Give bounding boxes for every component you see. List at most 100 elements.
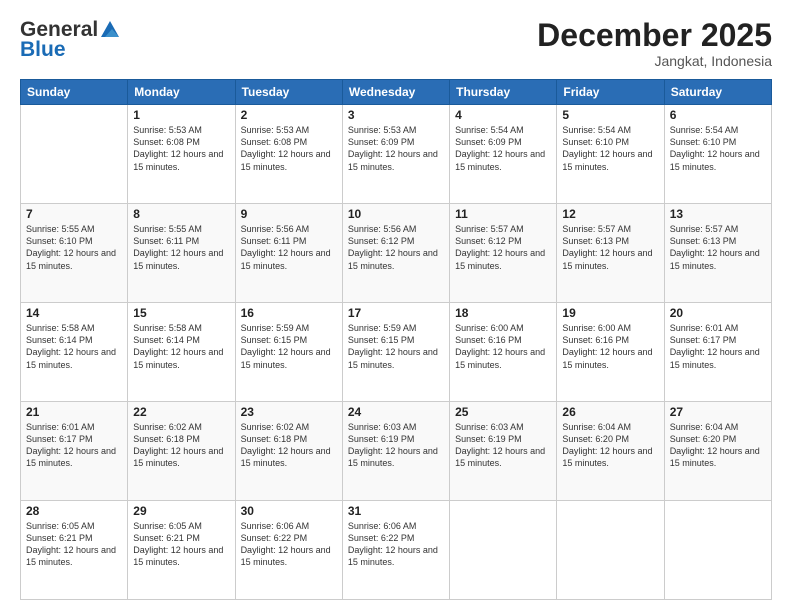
day-number: 17 — [348, 306, 444, 320]
calendar-cell: 3 Sunrise: 5:53 AMSunset: 6:09 PMDayligh… — [342, 105, 449, 204]
calendar-cell: 17 Sunrise: 5:59 AMSunset: 6:15 PMDaylig… — [342, 303, 449, 402]
header: General Blue December 2025 Jangkat, Indo… — [20, 18, 772, 69]
calendar-cell: 21 Sunrise: 6:01 AMSunset: 6:17 PMDaylig… — [21, 402, 128, 501]
day-info: Sunrise: 5:54 AMSunset: 6:09 PMDaylight:… — [455, 124, 551, 173]
calendar-cell — [450, 501, 557, 600]
calendar-cell: 9 Sunrise: 5:56 AMSunset: 6:11 PMDayligh… — [235, 204, 342, 303]
day-number: 15 — [133, 306, 229, 320]
calendar-cell: 23 Sunrise: 6:02 AMSunset: 6:18 PMDaylig… — [235, 402, 342, 501]
calendar-cell: 6 Sunrise: 5:54 AMSunset: 6:10 PMDayligh… — [664, 105, 771, 204]
day-info: Sunrise: 5:59 AMSunset: 6:15 PMDaylight:… — [348, 322, 444, 371]
header-sunday: Sunday — [21, 80, 128, 105]
calendar-cell: 28 Sunrise: 6:05 AMSunset: 6:21 PMDaylig… — [21, 501, 128, 600]
header-tuesday: Tuesday — [235, 80, 342, 105]
calendar-cell: 14 Sunrise: 5:58 AMSunset: 6:14 PMDaylig… — [21, 303, 128, 402]
day-info: Sunrise: 5:53 AMSunset: 6:08 PMDaylight:… — [133, 124, 229, 173]
day-number: 31 — [348, 504, 444, 518]
calendar-cell: 2 Sunrise: 5:53 AMSunset: 6:08 PMDayligh… — [235, 105, 342, 204]
calendar-cell: 13 Sunrise: 5:57 AMSunset: 6:13 PMDaylig… — [664, 204, 771, 303]
calendar-cell: 30 Sunrise: 6:06 AMSunset: 6:22 PMDaylig… — [235, 501, 342, 600]
calendar-cell: 10 Sunrise: 5:56 AMSunset: 6:12 PMDaylig… — [342, 204, 449, 303]
calendar-cell: 19 Sunrise: 6:00 AMSunset: 6:16 PMDaylig… — [557, 303, 664, 402]
day-number: 3 — [348, 108, 444, 122]
day-number: 4 — [455, 108, 551, 122]
header-saturday: Saturday — [664, 80, 771, 105]
calendar-page: General Blue December 2025 Jangkat, Indo… — [0, 0, 792, 612]
day-info: Sunrise: 6:02 AMSunset: 6:18 PMDaylight:… — [241, 421, 337, 470]
day-info: Sunrise: 6:03 AMSunset: 6:19 PMDaylight:… — [455, 421, 551, 470]
day-info: Sunrise: 5:56 AMSunset: 6:11 PMDaylight:… — [241, 223, 337, 272]
calendar-table: Sunday Monday Tuesday Wednesday Thursday… — [20, 79, 772, 600]
day-info: Sunrise: 6:04 AMSunset: 6:20 PMDaylight:… — [562, 421, 658, 470]
day-number: 13 — [670, 207, 766, 221]
day-info: Sunrise: 5:58 AMSunset: 6:14 PMDaylight:… — [133, 322, 229, 371]
day-info: Sunrise: 6:00 AMSunset: 6:16 PMDaylight:… — [455, 322, 551, 371]
day-number: 7 — [26, 207, 122, 221]
day-info: Sunrise: 6:06 AMSunset: 6:22 PMDaylight:… — [348, 520, 444, 569]
calendar-cell — [21, 105, 128, 204]
day-info: Sunrise: 5:53 AMSunset: 6:09 PMDaylight:… — [348, 124, 444, 173]
day-number: 19 — [562, 306, 658, 320]
calendar-week-row: 1 Sunrise: 5:53 AMSunset: 6:08 PMDayligh… — [21, 105, 772, 204]
header-wednesday: Wednesday — [342, 80, 449, 105]
logo: General Blue — [20, 18, 122, 62]
day-number: 24 — [348, 405, 444, 419]
day-info: Sunrise: 6:02 AMSunset: 6:18 PMDaylight:… — [133, 421, 229, 470]
day-number: 5 — [562, 108, 658, 122]
location: Jangkat, Indonesia — [537, 53, 772, 69]
day-number: 14 — [26, 306, 122, 320]
header-thursday: Thursday — [450, 80, 557, 105]
day-number: 16 — [241, 306, 337, 320]
day-info: Sunrise: 5:57 AMSunset: 6:13 PMDaylight:… — [562, 223, 658, 272]
day-number: 1 — [133, 108, 229, 122]
logo-icon — [99, 19, 121, 41]
day-number: 8 — [133, 207, 229, 221]
day-info: Sunrise: 6:05 AMSunset: 6:21 PMDaylight:… — [133, 520, 229, 569]
day-number: 6 — [670, 108, 766, 122]
day-number: 12 — [562, 207, 658, 221]
day-number: 11 — [455, 207, 551, 221]
calendar-week-row: 28 Sunrise: 6:05 AMSunset: 6:21 PMDaylig… — [21, 501, 772, 600]
calendar-cell: 24 Sunrise: 6:03 AMSunset: 6:19 PMDaylig… — [342, 402, 449, 501]
calendar-cell: 22 Sunrise: 6:02 AMSunset: 6:18 PMDaylig… — [128, 402, 235, 501]
day-info: Sunrise: 5:55 AMSunset: 6:10 PMDaylight:… — [26, 223, 122, 272]
header-right: December 2025 Jangkat, Indonesia — [537, 18, 772, 69]
day-info: Sunrise: 5:55 AMSunset: 6:11 PMDaylight:… — [133, 223, 229, 272]
day-info: Sunrise: 5:58 AMSunset: 6:14 PMDaylight:… — [26, 322, 122, 371]
month-title: December 2025 — [537, 18, 772, 53]
calendar-cell: 5 Sunrise: 5:54 AMSunset: 6:10 PMDayligh… — [557, 105, 664, 204]
day-number: 21 — [26, 405, 122, 419]
calendar-cell: 29 Sunrise: 6:05 AMSunset: 6:21 PMDaylig… — [128, 501, 235, 600]
day-info: Sunrise: 6:03 AMSunset: 6:19 PMDaylight:… — [348, 421, 444, 470]
day-number: 30 — [241, 504, 337, 518]
day-number: 25 — [455, 405, 551, 419]
calendar-cell: 4 Sunrise: 5:54 AMSunset: 6:09 PMDayligh… — [450, 105, 557, 204]
calendar-cell: 16 Sunrise: 5:59 AMSunset: 6:15 PMDaylig… — [235, 303, 342, 402]
calendar-cell: 1 Sunrise: 5:53 AMSunset: 6:08 PMDayligh… — [128, 105, 235, 204]
day-info: Sunrise: 5:54 AMSunset: 6:10 PMDaylight:… — [562, 124, 658, 173]
calendar-cell: 20 Sunrise: 6:01 AMSunset: 6:17 PMDaylig… — [664, 303, 771, 402]
calendar-cell: 27 Sunrise: 6:04 AMSunset: 6:20 PMDaylig… — [664, 402, 771, 501]
day-info: Sunrise: 5:54 AMSunset: 6:10 PMDaylight:… — [670, 124, 766, 173]
calendar-week-row: 14 Sunrise: 5:58 AMSunset: 6:14 PMDaylig… — [21, 303, 772, 402]
calendar-cell: 31 Sunrise: 6:06 AMSunset: 6:22 PMDaylig… — [342, 501, 449, 600]
weekday-header-row: Sunday Monday Tuesday Wednesday Thursday… — [21, 80, 772, 105]
calendar-cell — [557, 501, 664, 600]
day-info: Sunrise: 5:59 AMSunset: 6:15 PMDaylight:… — [241, 322, 337, 371]
day-info: Sunrise: 6:01 AMSunset: 6:17 PMDaylight:… — [26, 421, 122, 470]
day-number: 20 — [670, 306, 766, 320]
calendar-week-row: 7 Sunrise: 5:55 AMSunset: 6:10 PMDayligh… — [21, 204, 772, 303]
day-number: 28 — [26, 504, 122, 518]
day-number: 18 — [455, 306, 551, 320]
day-number: 26 — [562, 405, 658, 419]
calendar-week-row: 21 Sunrise: 6:01 AMSunset: 6:17 PMDaylig… — [21, 402, 772, 501]
day-number: 22 — [133, 405, 229, 419]
header-monday: Monday — [128, 80, 235, 105]
calendar-cell: 8 Sunrise: 5:55 AMSunset: 6:11 PMDayligh… — [128, 204, 235, 303]
day-number: 9 — [241, 207, 337, 221]
day-info: Sunrise: 6:06 AMSunset: 6:22 PMDaylight:… — [241, 520, 337, 569]
logo-blue: Blue — [20, 38, 66, 62]
day-info: Sunrise: 5:57 AMSunset: 6:13 PMDaylight:… — [670, 223, 766, 272]
day-number: 29 — [133, 504, 229, 518]
calendar-cell — [664, 501, 771, 600]
